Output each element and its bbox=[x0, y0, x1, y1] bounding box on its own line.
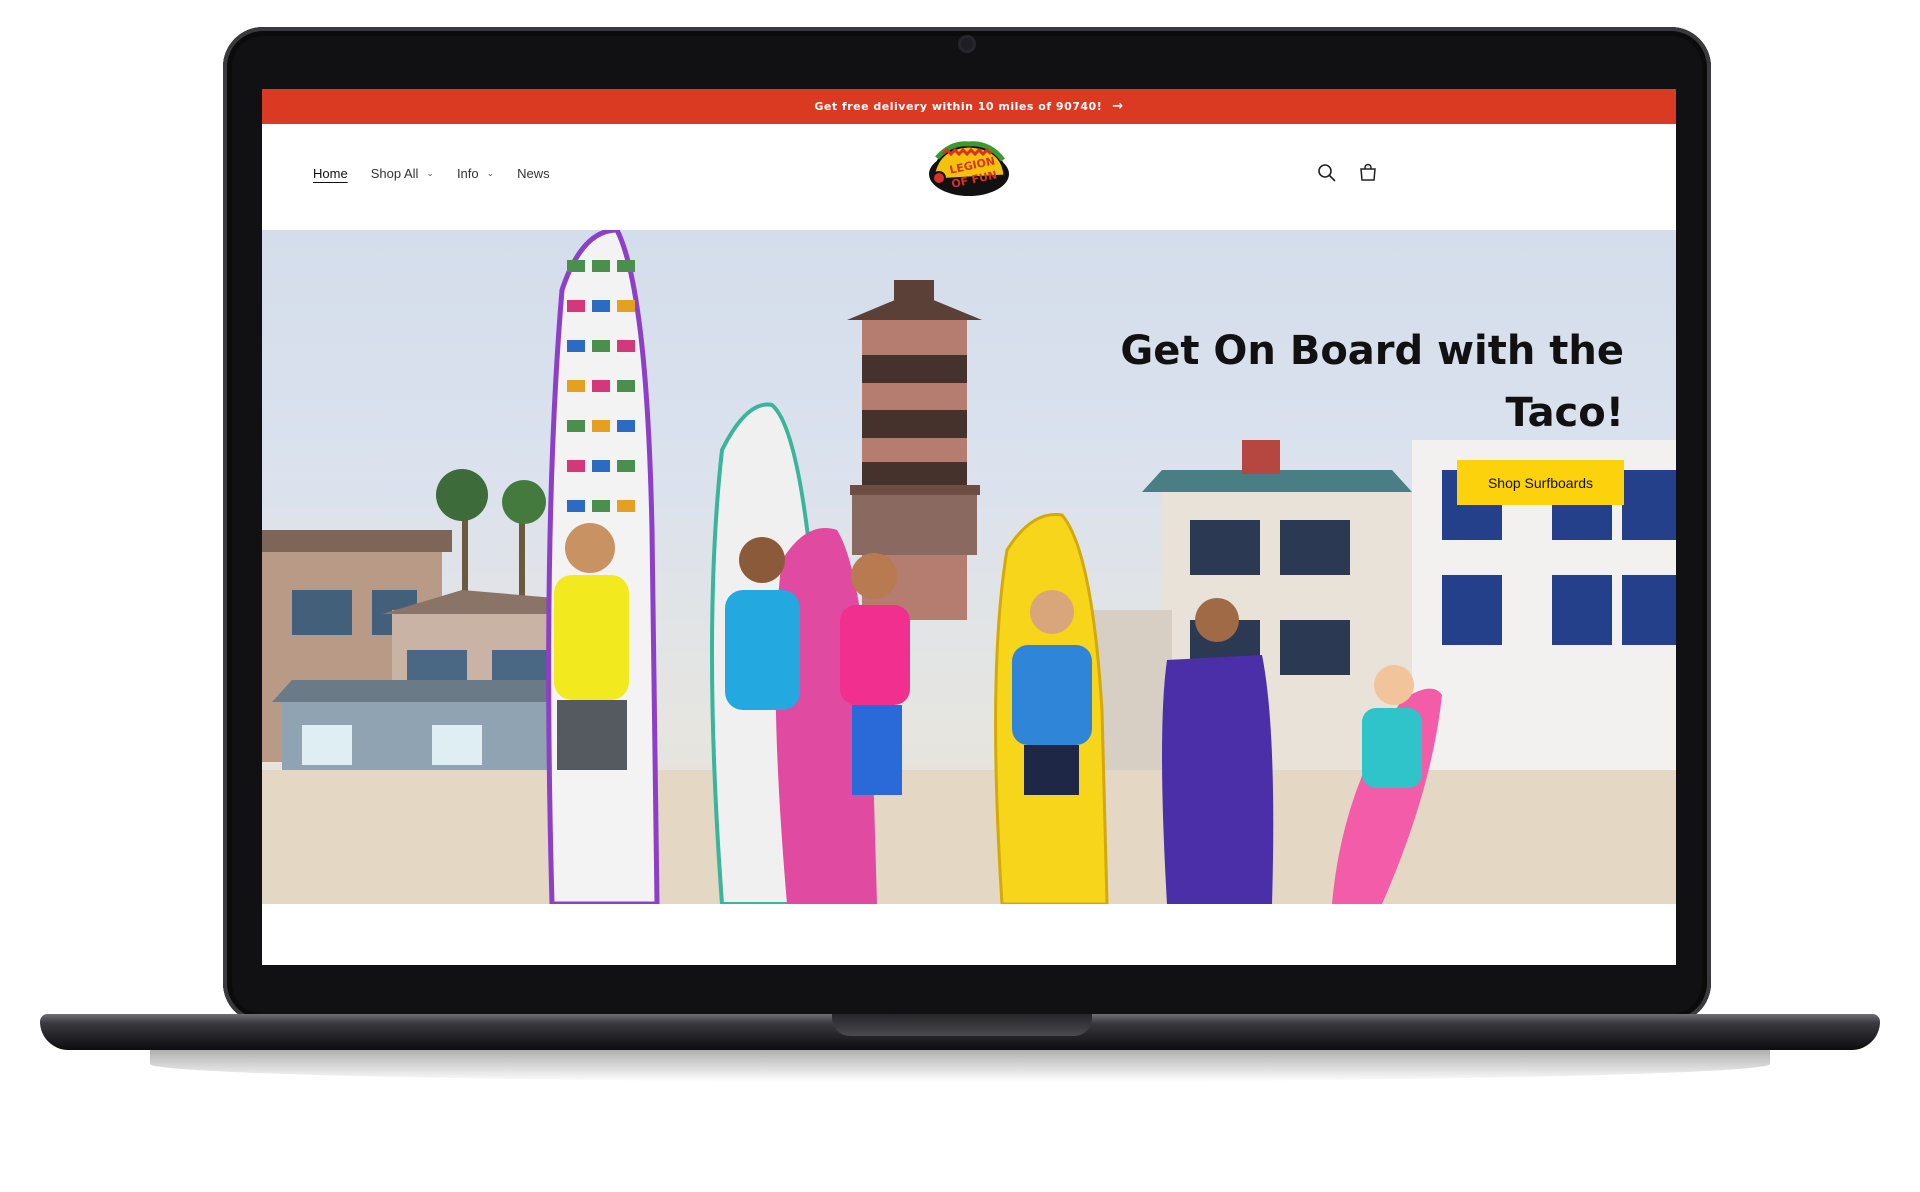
site-header: Home Shop All ⌄ Info ⌄ News LEGION OF FU… bbox=[262, 124, 1676, 230]
announcement-text: Get free delivery within 10 miles of 907… bbox=[814, 100, 1103, 113]
browser-screen: Get free delivery within 10 miles of 907… bbox=[262, 89, 1676, 965]
announcement-bar[interactable]: Get free delivery within 10 miles of 907… bbox=[262, 89, 1676, 124]
laptop-shadow bbox=[150, 1046, 1770, 1082]
hero-title: Get On Board with the Taco! bbox=[1024, 320, 1624, 444]
nav-item-shop-all[interactable]: Shop All ⌄ bbox=[371, 166, 434, 181]
hero-title-line: Get On Board with the bbox=[1120, 328, 1624, 374]
cart-button[interactable] bbox=[1354, 159, 1382, 187]
chevron-down-icon: ⌄ bbox=[426, 168, 434, 178]
hero-title-line: Taco! bbox=[1505, 390, 1624, 436]
legion-of-fun-logo[interactable]: LEGION OF FUN bbox=[925, 136, 1011, 200]
search-button[interactable] bbox=[1313, 159, 1341, 187]
nav-item-news[interactable]: News bbox=[517, 166, 550, 181]
hero-banner: Get On Board with the Taco! Shop Surfboa… bbox=[262, 230, 1676, 904]
arrow-right-icon: → bbox=[1112, 99, 1124, 114]
laptop-opening-groove bbox=[832, 1014, 1092, 1036]
cart-icon bbox=[1360, 163, 1376, 181]
nav-item-label: Info bbox=[456, 166, 479, 181]
shop-surfboards-button[interactable]: Shop Surfboards bbox=[1457, 460, 1624, 505]
nav-item-label: Shop All bbox=[370, 166, 419, 181]
main-nav: Home Shop All ⌄ Info ⌄ News bbox=[313, 166, 550, 181]
nav-item-info[interactable]: Info ⌄ bbox=[457, 166, 494, 181]
camera-icon bbox=[958, 35, 976, 53]
search-icon bbox=[1318, 164, 1336, 182]
chevron-down-icon: ⌄ bbox=[486, 168, 495, 178]
nav-item-home[interactable]: Home bbox=[313, 166, 348, 181]
